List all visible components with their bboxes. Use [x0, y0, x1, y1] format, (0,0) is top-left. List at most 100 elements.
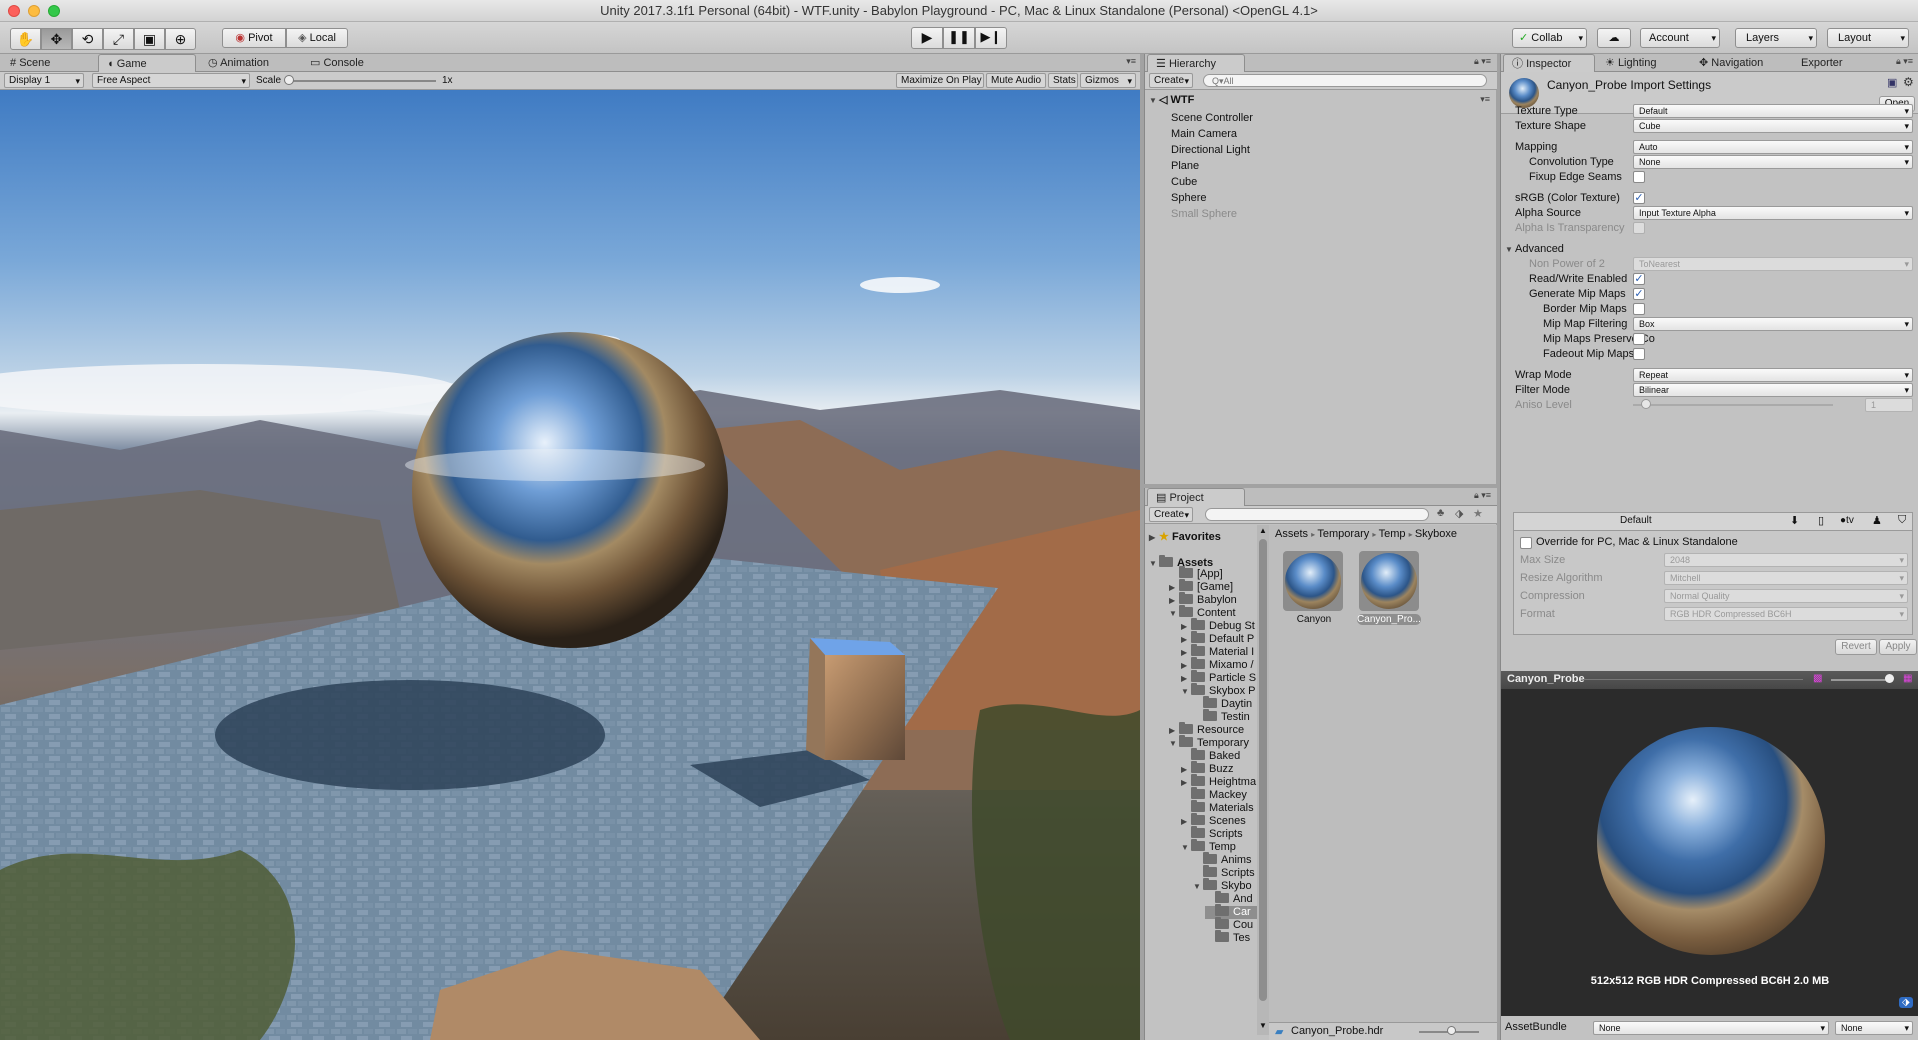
project-search-input[interactable]	[1205, 508, 1429, 521]
aniso-value-field[interactable]: 1	[1865, 398, 1913, 412]
game-viewport[interactable]	[0, 90, 1140, 1040]
revert-button[interactable]: Revert	[1835, 639, 1877, 655]
gear-icon[interactable]: ⚙	[1903, 75, 1914, 89]
checker-icon[interactable]: ▦	[1903, 673, 1912, 684]
setting-dropdown[interactable]: Repeat	[1633, 368, 1913, 382]
tree-arrow-icon[interactable]: ▼	[1193, 880, 1203, 893]
assetbundle-variant-dropdown[interactable]: None	[1835, 1021, 1913, 1035]
cloud-button[interactable]: ☁	[1597, 28, 1631, 48]
scroll-up-icon[interactable]: ▲	[1259, 526, 1267, 535]
tag-icon[interactable]: ⬗	[1899, 997, 1913, 1008]
html5-icon[interactable]: ⛉	[1898, 514, 1906, 527]
tree-arrow-icon[interactable]: ▼	[1169, 607, 1179, 620]
android-icon[interactable]: ♟	[1872, 514, 1882, 527]
favorites-item[interactable]: ▶ ★ Favorites	[1149, 529, 1221, 545]
display-dropdown[interactable]: Display 1	[4, 73, 84, 88]
zoom-window-button[interactable]	[48, 5, 60, 17]
account-dropdown[interactable]: Account	[1640, 28, 1720, 48]
tab-project[interactable]: ▤ Project	[1147, 488, 1245, 506]
hand-tool-icon[interactable]: ✋	[10, 28, 41, 50]
tree-arrow-icon[interactable]: ▶	[1169, 594, 1179, 607]
tree-folder-item[interactable]: ▶ Buzz	[1181, 761, 1233, 776]
scroll-down-icon[interactable]: ▼	[1259, 1021, 1267, 1030]
tree-scrollbar-thumb[interactable]	[1259, 539, 1267, 1001]
aniso-slider-handle[interactable]	[1641, 399, 1651, 409]
tree-scrollbar[interactable]: ▲ ▼	[1257, 525, 1269, 1035]
move-tool-icon[interactable]: ✥	[41, 28, 72, 50]
download-icon[interactable]: ⬇	[1790, 514, 1799, 527]
tree-arrow-icon[interactable]: ▶	[1181, 646, 1191, 659]
setting-checkbox[interactable]: ✓	[1633, 288, 1645, 300]
tree-folder-item[interactable]: Testin	[1193, 709, 1250, 724]
tree-arrow-icon[interactable]: ▶	[1181, 672, 1191, 685]
asset-thumb-canyon-probe[interactable]: Canyon_Pro...	[1357, 551, 1421, 631]
scene-root[interactable]: ▼ ◁ WTF	[1149, 92, 1194, 108]
tree-arrow-icon[interactable]: ▼	[1169, 737, 1179, 750]
tree-folder-item[interactable]: And	[1205, 891, 1253, 906]
tree-arrow-icon[interactable]: ▶	[1181, 815, 1191, 828]
tree-folder-item[interactable]: ▼ Skybo	[1193, 878, 1252, 893]
thumb-size-handle[interactable]	[1447, 1026, 1456, 1035]
play-button[interactable]: ▶	[911, 27, 943, 49]
tree-arrow-icon[interactable]: ▶	[1181, 659, 1191, 672]
hierarchy-item[interactable]: Cube	[1171, 174, 1197, 190]
platform-default-tab[interactable]: Default	[1620, 515, 1652, 526]
tab-animation[interactable]: ◷ Animation	[200, 54, 300, 72]
scale-slider-track[interactable]	[288, 80, 436, 82]
stats-toggle[interactable]: Stats	[1048, 73, 1078, 88]
tab-inspector[interactable]: ⓘ Inspector	[1503, 54, 1595, 72]
platform-setting-dropdown[interactable]: RGB HDR Compressed BC6H	[1664, 607, 1908, 621]
tab-game[interactable]: ◖ Game	[98, 54, 196, 72]
tree-folder-item[interactable]: Baked	[1181, 748, 1240, 763]
mute-audio-toggle[interactable]: Mute Audio	[986, 73, 1046, 88]
setting-dropdown[interactable]: Input Texture Alpha	[1633, 206, 1913, 220]
layers-dropdown[interactable]: Layers	[1735, 28, 1817, 48]
tree-folder-item[interactable]: Car	[1205, 904, 1257, 919]
filter-label-icon[interactable]: ⬗	[1455, 507, 1463, 520]
lock-icon[interactable]: 🔒︎ ▾≡	[1474, 56, 1491, 67]
project-lock-icon[interactable]: 🔒︎ ▾≡	[1474, 490, 1491, 501]
favorite-star-icon[interactable]: ★	[1473, 507, 1483, 520]
aniso-slider-track[interactable]	[1633, 404, 1833, 406]
tree-folder-item[interactable]: ▼ Skybox P	[1181, 683, 1255, 698]
platform-setting-dropdown[interactable]: Normal Quality	[1664, 589, 1908, 603]
rotate-tool-icon[interactable]: ⟲	[72, 28, 103, 50]
tree-folder-item[interactable]: Cou	[1205, 917, 1253, 932]
tab-hierarchy[interactable]: ☰ Hierarchy	[1147, 54, 1245, 72]
tree-folder-item[interactable]: ▼ Content	[1169, 605, 1236, 620]
platform-setting-dropdown[interactable]: 2048	[1664, 553, 1908, 567]
local-toggle[interactable]: ◈ Local	[286, 28, 348, 48]
mip-slider[interactable]	[1831, 679, 1891, 681]
breadcrumb-skyboxes[interactable]: Skyboxe	[1415, 528, 1457, 540]
apply-button[interactable]: Apply	[1879, 639, 1917, 655]
hierarchy-item[interactable]: Small Sphere	[1171, 206, 1237, 222]
tree-arrow-icon[interactable]: ▶	[1181, 763, 1191, 776]
appletv-icon[interactable]: ●tv	[1840, 515, 1854, 526]
setting-checkbox[interactable]: ✓	[1633, 192, 1645, 204]
setting-dropdown[interactable]: Cube	[1633, 119, 1913, 133]
tab-navigation[interactable]: ✥ Navigation	[1691, 54, 1791, 72]
tree-folder-item[interactable]: [App]	[1169, 566, 1223, 581]
filter-type-icon[interactable]: ♣	[1437, 507, 1444, 519]
tree-folder-item[interactable]: ▼ Temporary	[1169, 735, 1249, 750]
breadcrumb-assets[interactable]: Assets	[1275, 528, 1308, 540]
scale-slider-handle[interactable]	[284, 75, 294, 85]
tab-scene[interactable]: # Scene	[2, 54, 94, 72]
mip-slider-handle[interactable]	[1885, 674, 1894, 683]
tree-arrow-icon[interactable]: ▶	[1169, 581, 1179, 594]
tab-lighting[interactable]: ☀ Lighting	[1597, 54, 1687, 72]
hierarchy-item[interactable]: Scene Controller	[1171, 110, 1253, 126]
setting-dropdown[interactable]: Bilinear	[1633, 383, 1913, 397]
setting-checkbox[interactable]	[1633, 348, 1645, 360]
pivot-toggle[interactable]: ◉ Pivot	[222, 28, 286, 48]
inspector-lock-icon[interactable]: 🔒︎ ▾≡	[1896, 56, 1913, 67]
setting-checkbox[interactable]	[1633, 171, 1645, 183]
collab-dropdown[interactable]: ✓ Collab	[1512, 28, 1587, 48]
breadcrumb-temp[interactable]: Temp	[1379, 528, 1406, 540]
setting-dropdown[interactable]: Box	[1633, 317, 1913, 331]
mip-icon[interactable]: ▩	[1813, 673, 1822, 684]
project-create-dropdown[interactable]: Create	[1149, 507, 1193, 522]
setting-dropdown[interactable]: Auto	[1633, 140, 1913, 154]
tree-folder-item[interactable]: Tes	[1205, 930, 1250, 945]
setting-checkbox[interactable]: ✓	[1633, 273, 1645, 285]
